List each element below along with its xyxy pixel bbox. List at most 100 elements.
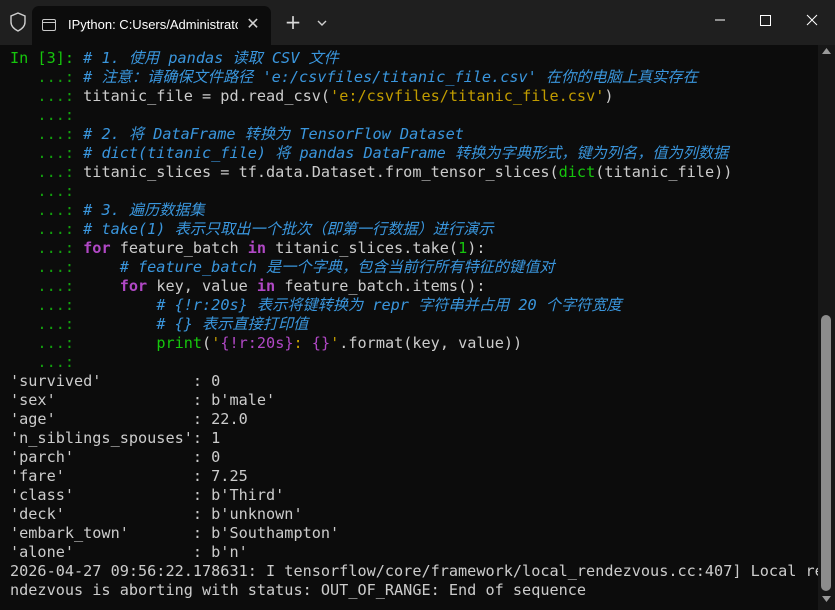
code-token: :: [293, 334, 312, 352]
prompt: ...:: [10, 144, 84, 162]
scroll-up-icon[interactable]: [822, 48, 831, 54]
code-token: (: [202, 334, 212, 352]
code-token: # 1. 使用 pandas 读取 CSV 文件: [83, 49, 339, 67]
prompt: ...:: [10, 296, 84, 314]
code-line: ...:: [10, 353, 83, 372]
code-token: # take(1) 表示只取出一个批次（即第一行数据）进行演示: [83, 220, 494, 238]
tab-title: IPython: C:Users/Administrato: [68, 17, 238, 32]
output-line: 'sex' : b'male': [10, 391, 276, 409]
prompt: ...:: [10, 353, 84, 371]
code-token: {!r:20s}: [220, 334, 294, 352]
prompt: ...:: [10, 182, 84, 200]
output-line: 'class' : b'Third': [10, 486, 285, 504]
terminal-tab[interactable]: IPython: C:Users/Administrato ✕: [32, 6, 271, 45]
code-token: ): [604, 87, 614, 105]
code-line: In [3]: # 1. 使用 pandas 读取 CSV 文件: [10, 49, 339, 68]
prompt: ...:: [10, 201, 84, 219]
code-line: ...: for key, value in feature_batch.ite…: [10, 277, 486, 296]
output-line: 2026-04-27 09:56:22.178631: I tensorflow…: [10, 562, 824, 580]
shield-icon[interactable]: [9, 12, 27, 32]
code-token: # {!r:20s} 表示将键转换为 repr 字符串并占用 20 个字符宽度: [156, 296, 622, 314]
maximize-button[interactable]: [743, 0, 789, 40]
scrollbar-thumb[interactable]: [821, 315, 831, 591]
code-line: ...: # feature_batch 是一个字典，包含当前行所有特征的键值对: [10, 258, 555, 277]
code-token: in: [247, 239, 267, 257]
code-line: ...: # 2. 将 DataFrame 转换为 TensorFlow Dat…: [10, 125, 464, 144]
prompt: ...:: [10, 125, 84, 143]
code-token: for: [83, 239, 111, 257]
code-line: ...:: [10, 182, 83, 201]
prompt: ...:: [10, 334, 84, 352]
code-token: # feature_batch 是一个字典，包含当前行所有特征的键值对: [119, 258, 555, 276]
prompt: ...:: [10, 87, 84, 105]
code-line: ...: # 3. 遍历数据集: [10, 201, 205, 220]
prompt: In [3]:: [10, 49, 84, 67]
code-token: {}: [311, 334, 331, 352]
code-token: titanic_slices = tf.data.Dataset.from_te…: [83, 163, 559, 181]
code-line: ...: titanic_slices = tf.data.Dataset.fr…: [10, 163, 732, 182]
code-token: ': [211, 334, 221, 352]
code-token: for: [119, 277, 148, 295]
code-token: ': [330, 334, 340, 352]
prompt: ...:: [10, 220, 84, 238]
code-line: ...: # {} 表示直接打印值: [10, 315, 308, 334]
terminal-output[interactable]: In [3]: # 1. 使用 pandas 读取 CSV 文件 ...: # …: [0, 45, 824, 610]
scrollbar[interactable]: [818, 45, 835, 610]
output-line: 'parch' : 0: [10, 448, 221, 466]
prompt: ...:: [10, 258, 84, 276]
code-token: # 注意：请确保文件路径 'e:/csvfiles/titanic_file.c…: [83, 68, 698, 86]
output-line: 'fare' : 7.25: [10, 467, 248, 485]
prompt: ...:: [10, 68, 84, 86]
code-line: ...: titanic_file = pd.read_csv('e:/csvf…: [10, 87, 614, 106]
output-line: 'survived' : 0: [10, 372, 221, 390]
terminal-icon: [42, 19, 56, 31]
code-token: 'e:/csvfiles/titanic_file.csv': [330, 87, 605, 105]
code-line: ...:: [10, 106, 83, 125]
code-token: titanic_slices.take(: [266, 239, 459, 257]
code-line: ...: for feature_batch in titanic_slices…: [10, 239, 486, 258]
close-window-button[interactable]: [789, 0, 835, 40]
code-token: print: [156, 334, 203, 352]
code-token: feature_batch: [110, 239, 248, 257]
code-line: ...: # take(1) 表示只取出一个批次（即第一行数据）进行演示: [10, 220, 494, 239]
code-token: # dict(titanic_file) 将 pandas DataFrame …: [83, 144, 729, 162]
code-token: 1: [458, 239, 468, 257]
code-line: ...: # 注意：请确保文件路径 'e:/csvfiles/titanic_f…: [10, 68, 698, 87]
code-token: feature_batch.items():: [275, 277, 486, 295]
code-token: # 2. 将 DataFrame 转换为 TensorFlow Dataset: [83, 125, 464, 143]
code-token: (titanic_file)): [595, 163, 733, 181]
code-line: ...: print('{!r:20s}: {}'.format(key, va…: [10, 334, 522, 353]
close-tab-icon[interactable]: ✕: [242, 13, 264, 35]
output-line: 'age' : 22.0: [10, 410, 248, 428]
prompt: ...:: [10, 163, 84, 181]
code-token: key, value: [147, 277, 257, 295]
code-token: in: [256, 277, 276, 295]
code-token: .format(key, value)): [339, 334, 523, 352]
output-line: ndezvous is aborting with status: OUT_OF…: [10, 581, 587, 599]
code-token: ):: [467, 239, 486, 257]
prompt: ...:: [10, 277, 84, 295]
scroll-down-icon[interactable]: [822, 596, 831, 602]
code-line: ...: # dict(titanic_file) 将 pandas DataF…: [10, 144, 728, 163]
prompt: ...:: [10, 106, 84, 124]
prompt: ...:: [10, 315, 84, 333]
output-line: 'n_siblings_spouses': 1: [10, 429, 221, 447]
new-tab-button[interactable]: +: [282, 12, 304, 34]
code-line: ...: # {!r:20s} 表示将键转换为 repr 字符串并占用 20 个…: [10, 296, 622, 315]
output-line: 'alone' : b'n': [10, 543, 248, 561]
chevron-down-icon[interactable]: [312, 13, 332, 33]
output-line: 'deck' : b'unknown': [10, 505, 303, 523]
output-line: 'embark_town' : b'Southampton': [10, 524, 340, 542]
code-token: # 3. 遍历数据集: [83, 201, 205, 219]
title-bar: IPython: C:Users/Administrato ✕ +: [0, 0, 835, 45]
code-token: titanic_file = pd.read_csv(: [83, 87, 331, 105]
code-token: # {} 表示直接打印值: [156, 315, 309, 333]
minimize-button[interactable]: [697, 0, 743, 40]
prompt: ...:: [10, 239, 84, 257]
code-token: dict: [558, 163, 596, 181]
